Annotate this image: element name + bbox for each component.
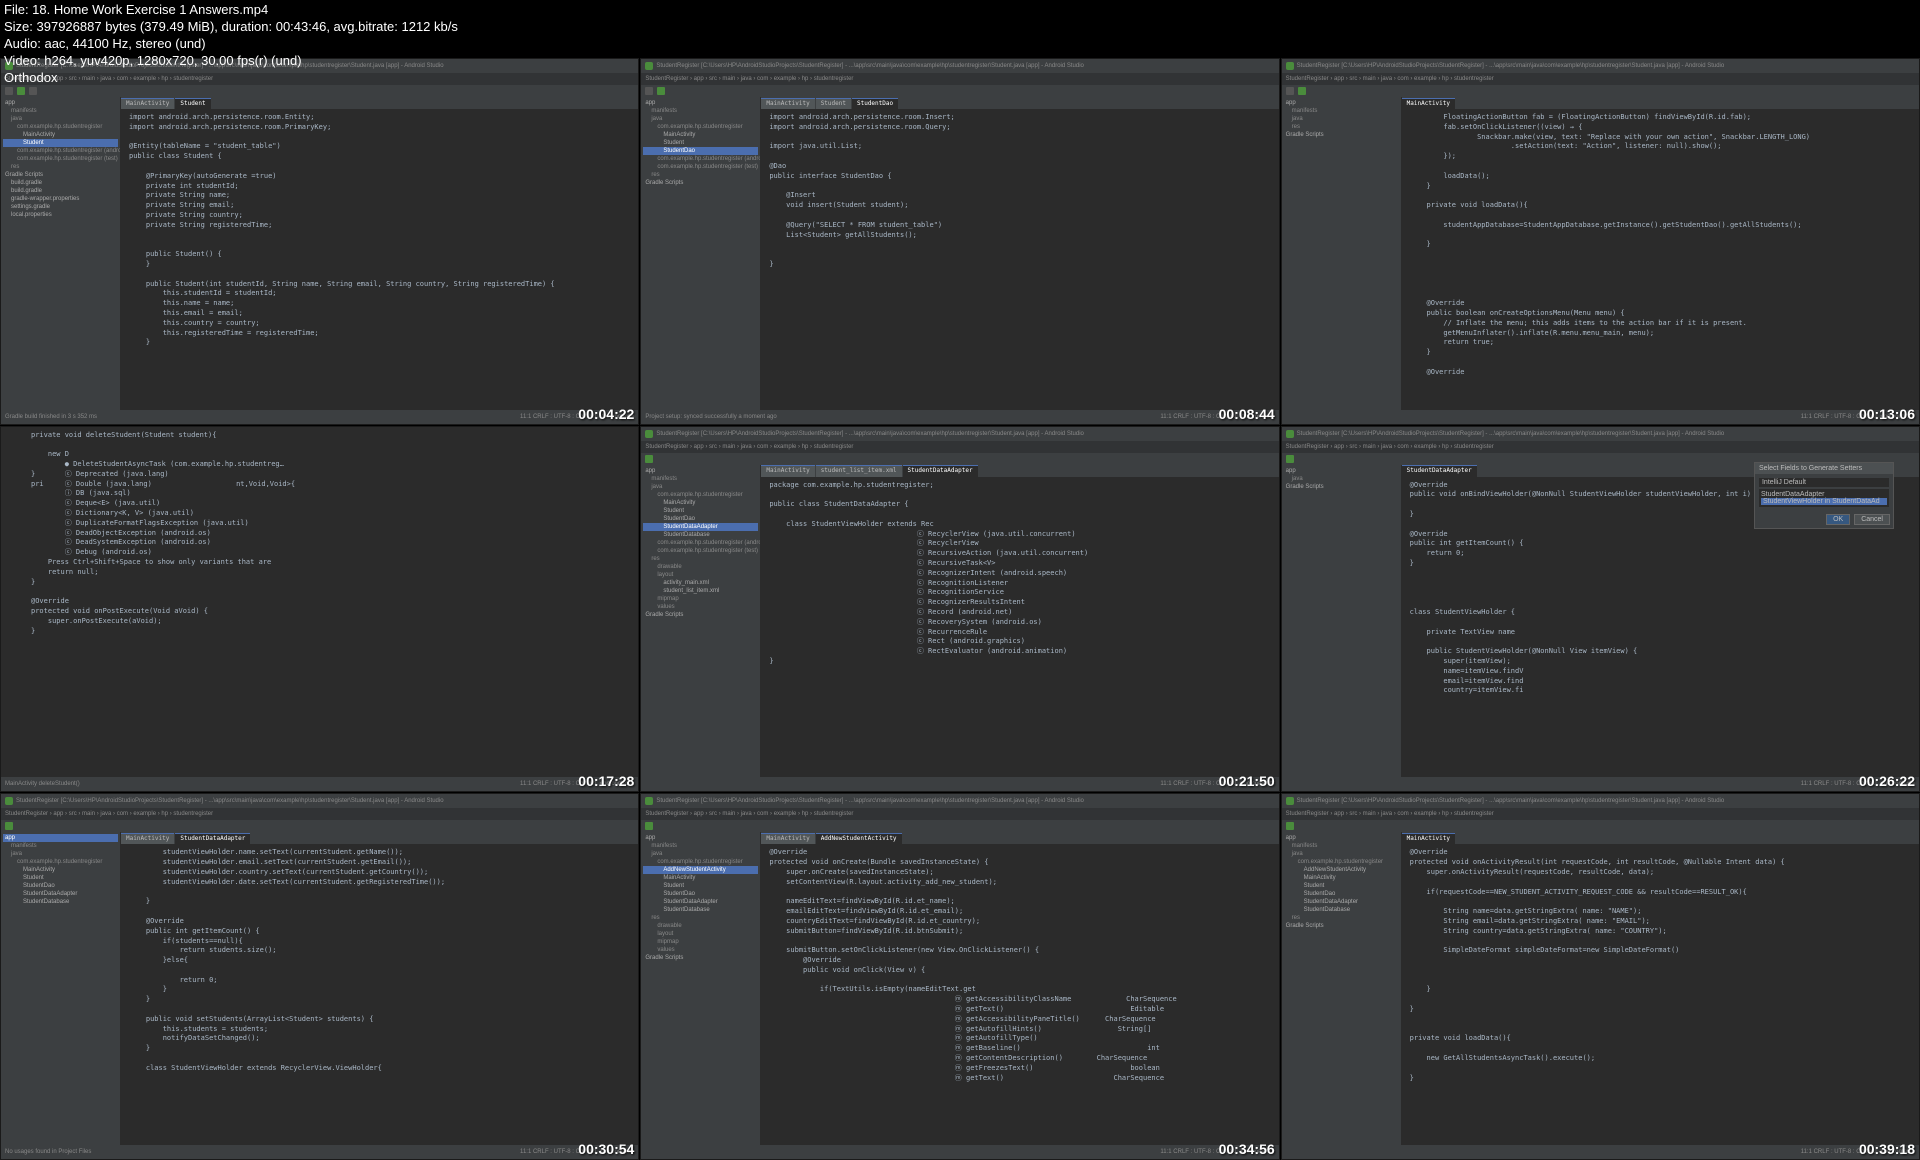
window-title: StudentRegister [C:\Users\HP\AndroidStud… [656,431,1084,437]
timestamp: 00:13:06 [1859,406,1915,422]
run-icon[interactable] [657,87,665,95]
extra-line: Orthodox [4,70,458,87]
code-editor[interactable]: MainActivitystudent_list_item.xmlStudent… [761,465,1278,778]
code-content[interactable]: @Override protected void onActivityResul… [1402,844,1919,1087]
thumbnail-3: StudentRegister [C:\Users\HP\AndroidStud… [1281,58,1920,425]
hammer-icon[interactable] [645,87,653,95]
ok-button[interactable]: OK [1826,514,1850,525]
window-title: StudentRegister [C:\Users\HP\AndroidStud… [1297,63,1725,69]
run-icon[interactable] [1286,822,1294,830]
dialog-item[interactable]: StudentDataAdapter [1761,491,1887,498]
file-line: File: 18. Home Work Exercise 1 Answers.m… [4,2,458,19]
code-content[interactable]: @Override protected void onCreate(Bundle… [761,844,1278,1087]
breadcrumb[interactable]: StudentRegister › app › src › main › jav… [641,808,1278,820]
tree-app: app [3,99,118,107]
app-icon [1286,797,1294,805]
window-title: StudentRegister [C:\Users\HP\AndroidStud… [16,798,444,804]
run-icon[interactable] [1286,455,1294,463]
app-icon [645,797,653,805]
timestamp: 00:04:22 [578,406,634,422]
timestamp: 00:21:50 [1219,773,1275,789]
project-tree[interactable]: app manifests java com.example.hp.studen… [1282,832,1402,1145]
breadcrumb[interactable]: StudentRegister › app › src › main › jav… [641,441,1278,453]
run-icon[interactable] [1298,87,1306,95]
app-icon [1286,430,1294,438]
code-content[interactable]: studentViewHolder.name.setText(currentSt… [121,844,638,1077]
dialog-dropdown[interactable]: IntelliJ Default [1759,478,1889,487]
video-line: Video: h264, yuv420p, 1280x720, 30.00 fp… [4,53,458,70]
thumbnail-7: StudentRegister [C:\Users\HP\AndroidStud… [0,793,639,1160]
timestamp: 00:26:22 [1859,773,1915,789]
code-content[interactable]: import android.arch.persistence.room.Ins… [761,109,1278,274]
thumbnail-9: StudentRegister [C:\Users\HP\AndroidStud… [1281,793,1920,1160]
app-icon [645,62,653,70]
code-editor[interactable]: MainActivityStudentStudentDao import and… [761,97,1278,410]
code-editor[interactable]: MainActivityAddNewStudentActivity @Overr… [761,832,1278,1145]
code-editor[interactable]: MainActivityStudentDataAdapter studentVi… [121,832,638,1145]
app-icon [645,430,653,438]
dialog-title: Select Fields to Generate Setters [1755,463,1893,474]
breadcrumb[interactable]: StudentRegister › app › src › main › jav… [1282,808,1919,820]
run-icon[interactable] [5,822,13,830]
audio-line: Audio: aac, 44100 Hz, stereo (und) [4,36,458,53]
project-tree[interactable]: app manifests java com.example.hp.studen… [1,832,121,1145]
timestamp: 00:17:28 [578,773,634,789]
code-editor[interactable]: MainActivity FloatingActionButton fab = … [1402,97,1919,410]
timestamp: 00:30:54 [578,1141,634,1157]
code-editor[interactable]: MainActivity @Override protected void on… [1402,832,1919,1145]
dialog-item-selected[interactable]: StudentViewHolder in StudentDataAd [1761,498,1887,505]
app-icon [5,797,13,805]
project-tree[interactable]: app manifests java com.example.hp.studen… [641,832,761,1145]
run-icon[interactable] [645,455,653,463]
breadcrumb[interactable]: StudentRegister › app › src › main › jav… [1282,441,1919,453]
window-title: StudentRegister [C:\Users\HP\AndroidStud… [656,798,1084,804]
code-editor[interactable]: private void deleteStudent(Student stude… [1,427,638,792]
app-icon [1286,62,1294,70]
code-editor[interactable]: MainActivityStudent import android.arch.… [121,97,638,410]
timestamp: 00:08:44 [1219,406,1275,422]
thumbnail-2: StudentRegister [C:\Users\HP\AndroidStud… [640,58,1279,425]
timestamp: 00:39:18 [1859,1141,1915,1157]
project-tree[interactable]: app manifests java com.example.hp.studen… [1,97,121,410]
code-content[interactable]: import android.arch.persistence.room.Ent… [121,109,638,352]
breadcrumb[interactable]: StudentRegister › app › src › main › jav… [1282,73,1919,85]
generate-setters-dialog[interactable]: Select Fields to Generate Setters Intell… [1754,462,1894,529]
thumbnail-4: private void deleteStudent(Student stude… [0,426,639,793]
breadcrumb[interactable]: StudentRegister › app › src › main › jav… [641,73,1278,85]
thumbnail-6: StudentRegister [C:\Users\HP\AndroidStud… [1281,426,1920,793]
breadcrumb[interactable]: StudentRegister › app › src › main › jav… [1,808,638,820]
code-content[interactable]: FloatingActionButton fab = (FloatingActi… [1402,109,1919,382]
thumbnail-5: StudentRegister [C:\Users\HP\AndroidStud… [640,426,1279,793]
thumbnail-8: StudentRegister [C:\Users\HP\AndroidStud… [640,793,1279,1160]
window-title: StudentRegister [C:\Users\HP\AndroidStud… [1297,431,1725,437]
timestamp: 00:34:56 [1219,1141,1275,1157]
window-title: StudentRegister [C:\Users\HP\AndroidStud… [1297,798,1725,804]
code-content[interactable]: package com.example.hp.studentregister; … [761,477,1278,671]
project-tree[interactable]: app manifests java com.example.hp.studen… [641,97,761,410]
project-tree[interactable]: app manifests java res Gradle Scripts [1282,97,1402,410]
project-tree[interactable]: app manifests java com.example.hp.studen… [641,465,761,778]
code-content[interactable]: private void deleteStudent(Student stude… [1,427,638,641]
thumbnail-1: StudentRegister [C:\Users\HP\AndroidStud… [0,58,639,425]
project-tree[interactable]: app java Gradle Scripts [1282,465,1402,778]
hammer-icon[interactable] [1286,87,1294,95]
size-line: Size: 397926887 bytes (379.49 MiB), dura… [4,19,458,36]
cancel-button[interactable]: Cancel [1854,514,1890,525]
run-icon[interactable] [645,822,653,830]
window-title: StudentRegister [C:\Users\HP\AndroidStud… [656,63,1084,69]
